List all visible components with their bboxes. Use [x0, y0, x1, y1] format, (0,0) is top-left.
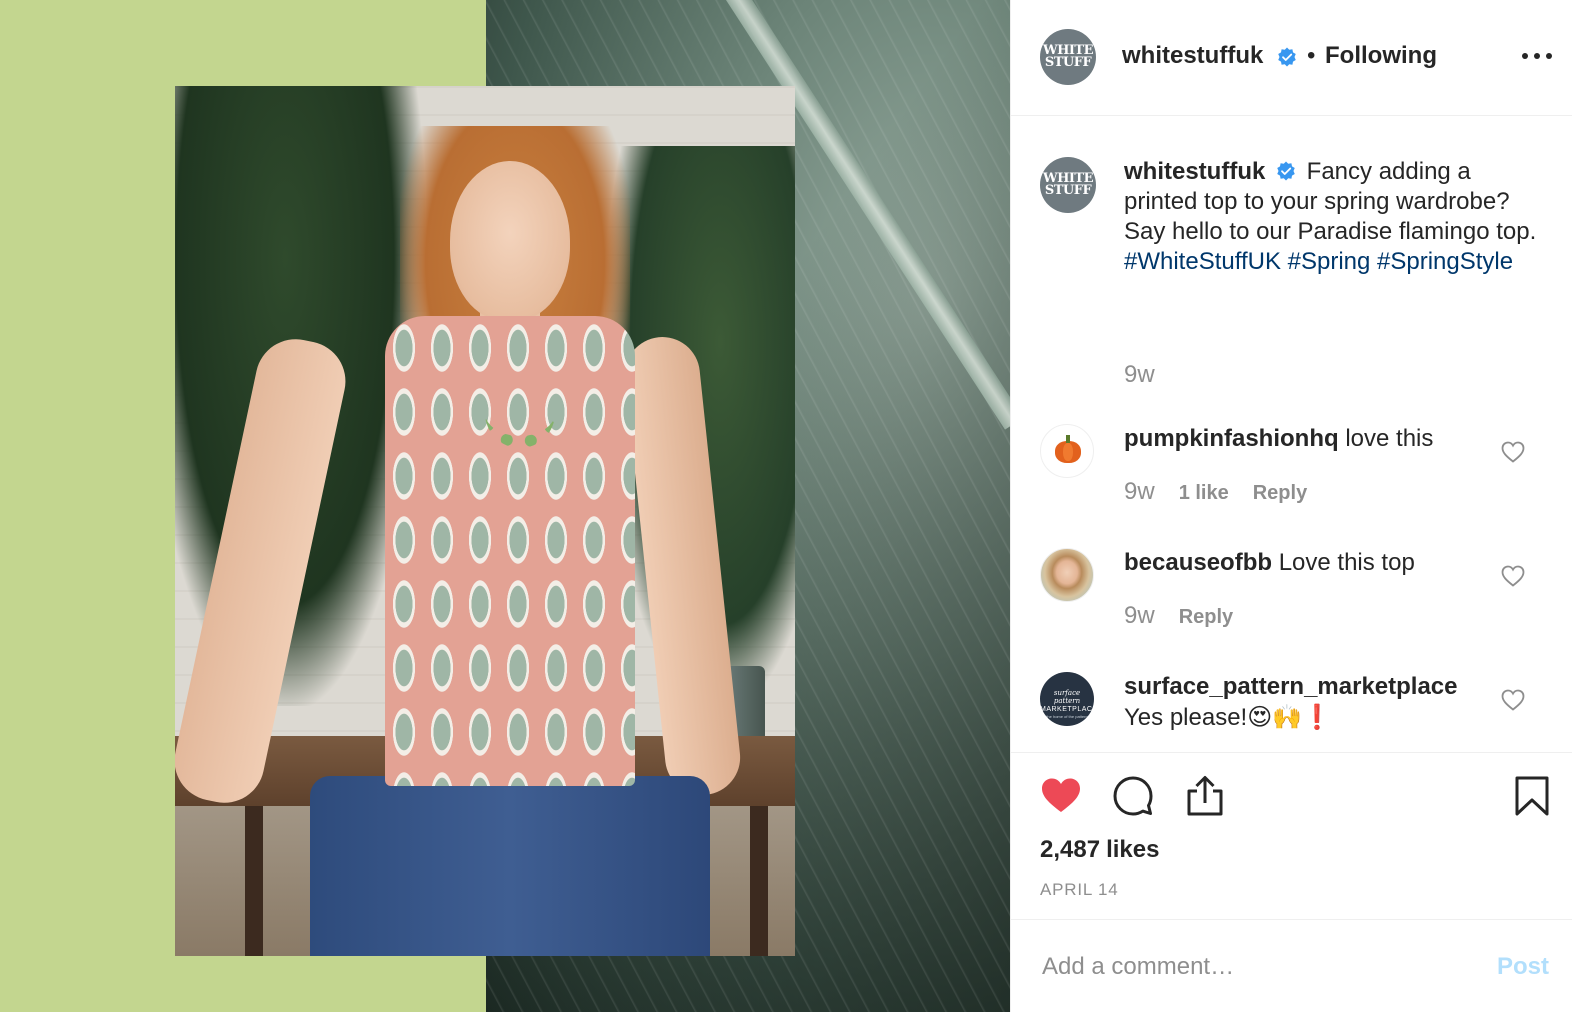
- pumpkin-avatar[interactable]: [1040, 424, 1094, 478]
- table-leg: [750, 806, 768, 956]
- author-username[interactable]: whitestuffuk: [1122, 41, 1263, 71]
- comment-meta: 9w 1 like Reply: [1124, 478, 1307, 507]
- caption-hashtags[interactable]: #WhiteStuffUK #Spring #SpringStyle: [1124, 247, 1544, 277]
- verified-badge-icon: [1278, 47, 1296, 67]
- likes-label: likes: [1106, 836, 1160, 863]
- model-photo: [175, 86, 795, 956]
- pumpkin-stem: [1066, 435, 1070, 443]
- brand-avatar[interactable]: surface pattern MARKETPLACE the home of …: [1040, 672, 1094, 726]
- post-actions: 2,487 likes APRIL 14: [1011, 752, 1572, 920]
- comment-icon[interactable]: [1112, 775, 1154, 817]
- heart-outline-icon[interactable]: [1501, 441, 1525, 463]
- instagram-post: WHITE STUFF whitestuffuk • Following WHI…: [0, 0, 1572, 1012]
- post-header: WHITE STUFF whitestuffuk • Following: [1011, 0, 1572, 116]
- comment-input[interactable]: [1042, 950, 1462, 984]
- table-leg: [245, 806, 263, 956]
- author-avatar[interactable]: WHITE STUFF: [1040, 29, 1096, 85]
- heart-outline-icon[interactable]: [1501, 689, 1525, 711]
- avatar-logo-line2: STUFF: [1044, 183, 1092, 198]
- comment-text: Yes please!: [1124, 704, 1248, 731]
- caption-timestamp[interactable]: 9w: [1124, 360, 1155, 390]
- comment-username[interactable]: surface_pattern_marketplace: [1124, 673, 1458, 700]
- comment-body: surface_pattern_marketplace Yes please!😍…: [1124, 672, 1504, 733]
- avatar-logo-line3: the home of the pattern: [1046, 714, 1088, 719]
- model-face: [450, 161, 570, 321]
- verified-badge-icon: [1277, 161, 1295, 181]
- pumpkin-icon: [1055, 441, 1081, 463]
- post-date[interactable]: APRIL 14: [1040, 879, 1119, 901]
- header-separator: •: [1307, 42, 1316, 69]
- heart-outline-icon[interactable]: [1501, 565, 1525, 587]
- add-comment-bar: Post: [1011, 920, 1572, 1012]
- reply-button[interactable]: Reply: [1179, 606, 1233, 628]
- comment-username[interactable]: becauseofbb: [1124, 549, 1272, 576]
- comment-text: Love this top: [1278, 549, 1415, 576]
- likes-number: 2,487: [1040, 836, 1101, 863]
- avatar-logo-line2: MARKETPLACE: [1040, 706, 1094, 713]
- comment-username[interactable]: pumpkinfashionhq: [1124, 425, 1339, 452]
- avatar-logo-line2: STUFF: [1044, 55, 1092, 70]
- comment-timestamp[interactable]: 9w: [1124, 602, 1155, 629]
- caption-username[interactable]: whitestuffuk: [1124, 158, 1265, 185]
- comment-emojis: 😍🙌❗: [1247, 703, 1333, 731]
- avatar-logo-line1: surface pattern: [1053, 689, 1081, 705]
- comment-likes-count[interactable]: 1 like: [1179, 482, 1229, 504]
- photo-avatar[interactable]: [1040, 548, 1094, 602]
- reply-button[interactable]: Reply: [1253, 482, 1307, 504]
- more-options-icon[interactable]: [1519, 44, 1555, 68]
- caption-text-block: whitestuffuk Fancy adding a printed top …: [1124, 157, 1544, 277]
- post-comment-button[interactable]: Post: [1497, 952, 1549, 982]
- heart-filled-icon[interactable]: [1040, 775, 1082, 817]
- following-button[interactable]: Following: [1325, 41, 1437, 71]
- comment-meta: 9w Reply: [1124, 602, 1233, 631]
- post-sidebar: WHITE STUFF whitestuffuk • Following WHI…: [1010, 0, 1572, 1012]
- bookmark-icon[interactable]: [1511, 775, 1553, 817]
- model-trousers: [310, 776, 710, 956]
- likes-count[interactable]: 2,487 likes: [1040, 835, 1159, 865]
- comment-body: becauseofbb Love this top: [1124, 548, 1494, 578]
- post-image[interactable]: [0, 0, 1010, 1012]
- comment-body: pumpkinfashionhq love this: [1124, 424, 1494, 454]
- comment-text: love this: [1345, 425, 1434, 452]
- comment-timestamp[interactable]: 9w: [1124, 478, 1155, 505]
- share-icon[interactable]: [1184, 775, 1226, 817]
- green-necklace: [485, 376, 555, 448]
- caption-author-avatar[interactable]: WHITE STUFF: [1040, 157, 1096, 213]
